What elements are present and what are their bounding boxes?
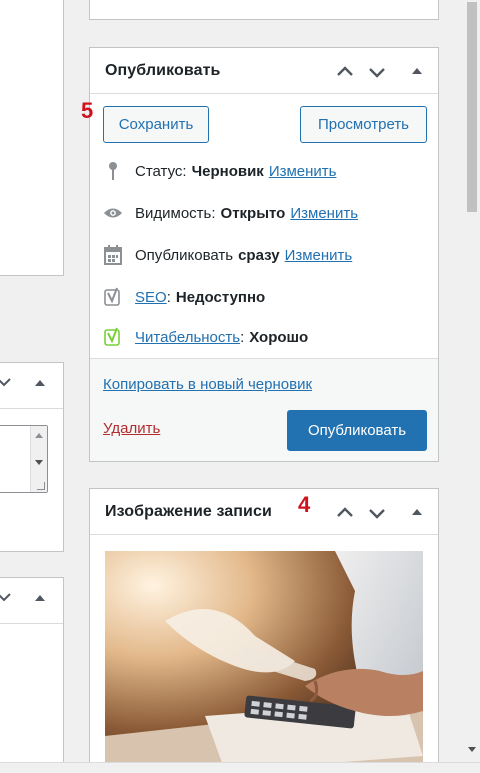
- status-row: Статус: Черновик Изменить: [103, 159, 336, 183]
- triangle-up-icon[interactable]: [405, 60, 429, 84]
- publish-footer: Копировать в новый черновик Удалить Опуб…: [90, 358, 438, 461]
- seo-row: SEO: Недоступно: [103, 285, 265, 309]
- calendar-icon: [103, 244, 123, 266]
- readability-row: Читабельность: Хорошо: [103, 325, 308, 349]
- schedule-row: Опубликовать сразу Изменить: [103, 243, 352, 267]
- chevron-down-icon[interactable]: [365, 501, 389, 525]
- edit-schedule-link[interactable]: Изменить: [285, 247, 353, 264]
- triangle-up-icon[interactable]: [35, 380, 45, 386]
- yoast-icon: [103, 286, 123, 308]
- top-metabox: [89, 0, 439, 20]
- featured-image-photo: [105, 551, 423, 773]
- scrollbar-thumb[interactable]: [467, 2, 477, 212]
- publish-button[interactable]: Опубликовать: [287, 410, 427, 451]
- triangle-up-icon[interactable]: [405, 501, 429, 525]
- publish-header: Опубликовать: [90, 48, 438, 94]
- save-draft-button[interactable]: Сохранить: [103, 106, 209, 143]
- annotation-number: 5: [81, 98, 94, 123]
- chevron-up-icon[interactable]: [333, 60, 357, 84]
- preview-button[interactable]: Просмотреть: [300, 106, 427, 143]
- chevron-down-icon[interactable]: [0, 590, 11, 604]
- scroll-down-icon[interactable]: [35, 460, 43, 465]
- seo-link[interactable]: SEO: [135, 289, 167, 306]
- yoast-icon: [103, 326, 123, 348]
- status-label: Статус:: [135, 162, 187, 180]
- left-metabox: [0, 577, 64, 773]
- schedule-label: Опубликовать: [135, 246, 234, 264]
- status-value: Черновик: [191, 162, 264, 180]
- chevron-up-icon[interactable]: [333, 501, 357, 525]
- featured-image-metabox: Изображение записи 4: [89, 488, 439, 773]
- edit-status-link[interactable]: Изменить: [269, 163, 337, 180]
- triangle-up-icon[interactable]: [35, 595, 45, 601]
- publish-metabox: Опубликовать 5 Сохранить Просмотреть Ста…: [81, 47, 439, 462]
- eye-icon: [103, 202, 123, 224]
- featured-image-header: Изображение записи 4: [90, 489, 438, 535]
- annotation-number: 4: [298, 492, 311, 517]
- publish-title: Опубликовать: [105, 62, 221, 79]
- featured-image[interactable]: [105, 551, 423, 773]
- left-metabox: [0, 0, 64, 276]
- seo-value: Недоступно: [175, 288, 266, 306]
- featured-image-title: Изображение записи: [105, 503, 272, 520]
- metabox-header: [0, 363, 63, 409]
- readability-value: Хорошо: [249, 328, 309, 346]
- horizontal-scrollbar[interactable]: [0, 762, 480, 773]
- left-metabox: [0, 362, 64, 552]
- visibility-value: Открыто: [220, 204, 286, 222]
- metabox-header: [0, 578, 63, 624]
- readability-link[interactable]: Читабельность: [135, 329, 240, 346]
- copy-to-draft-link[interactable]: Копировать в новый черновик: [103, 376, 312, 393]
- visibility-row: Видимость: Открыто Изменить: [103, 201, 358, 225]
- textarea[interactable]: [0, 425, 48, 493]
- visibility-label: Видимость:: [135, 204, 216, 222]
- page-scrollbar[interactable]: [464, 0, 480, 760]
- scroll-down-icon[interactable]: [468, 747, 476, 752]
- schedule-value: сразу: [238, 246, 280, 264]
- delete-link[interactable]: Удалить: [103, 420, 160, 437]
- scroll-up-icon[interactable]: [35, 433, 43, 438]
- resize-handle[interactable]: [37, 482, 45, 490]
- chevron-down-icon[interactable]: [365, 60, 389, 84]
- chevron-down-icon[interactable]: [0, 375, 11, 389]
- pin-icon: [103, 160, 123, 182]
- edit-visibility-link[interactable]: Изменить: [290, 205, 358, 222]
